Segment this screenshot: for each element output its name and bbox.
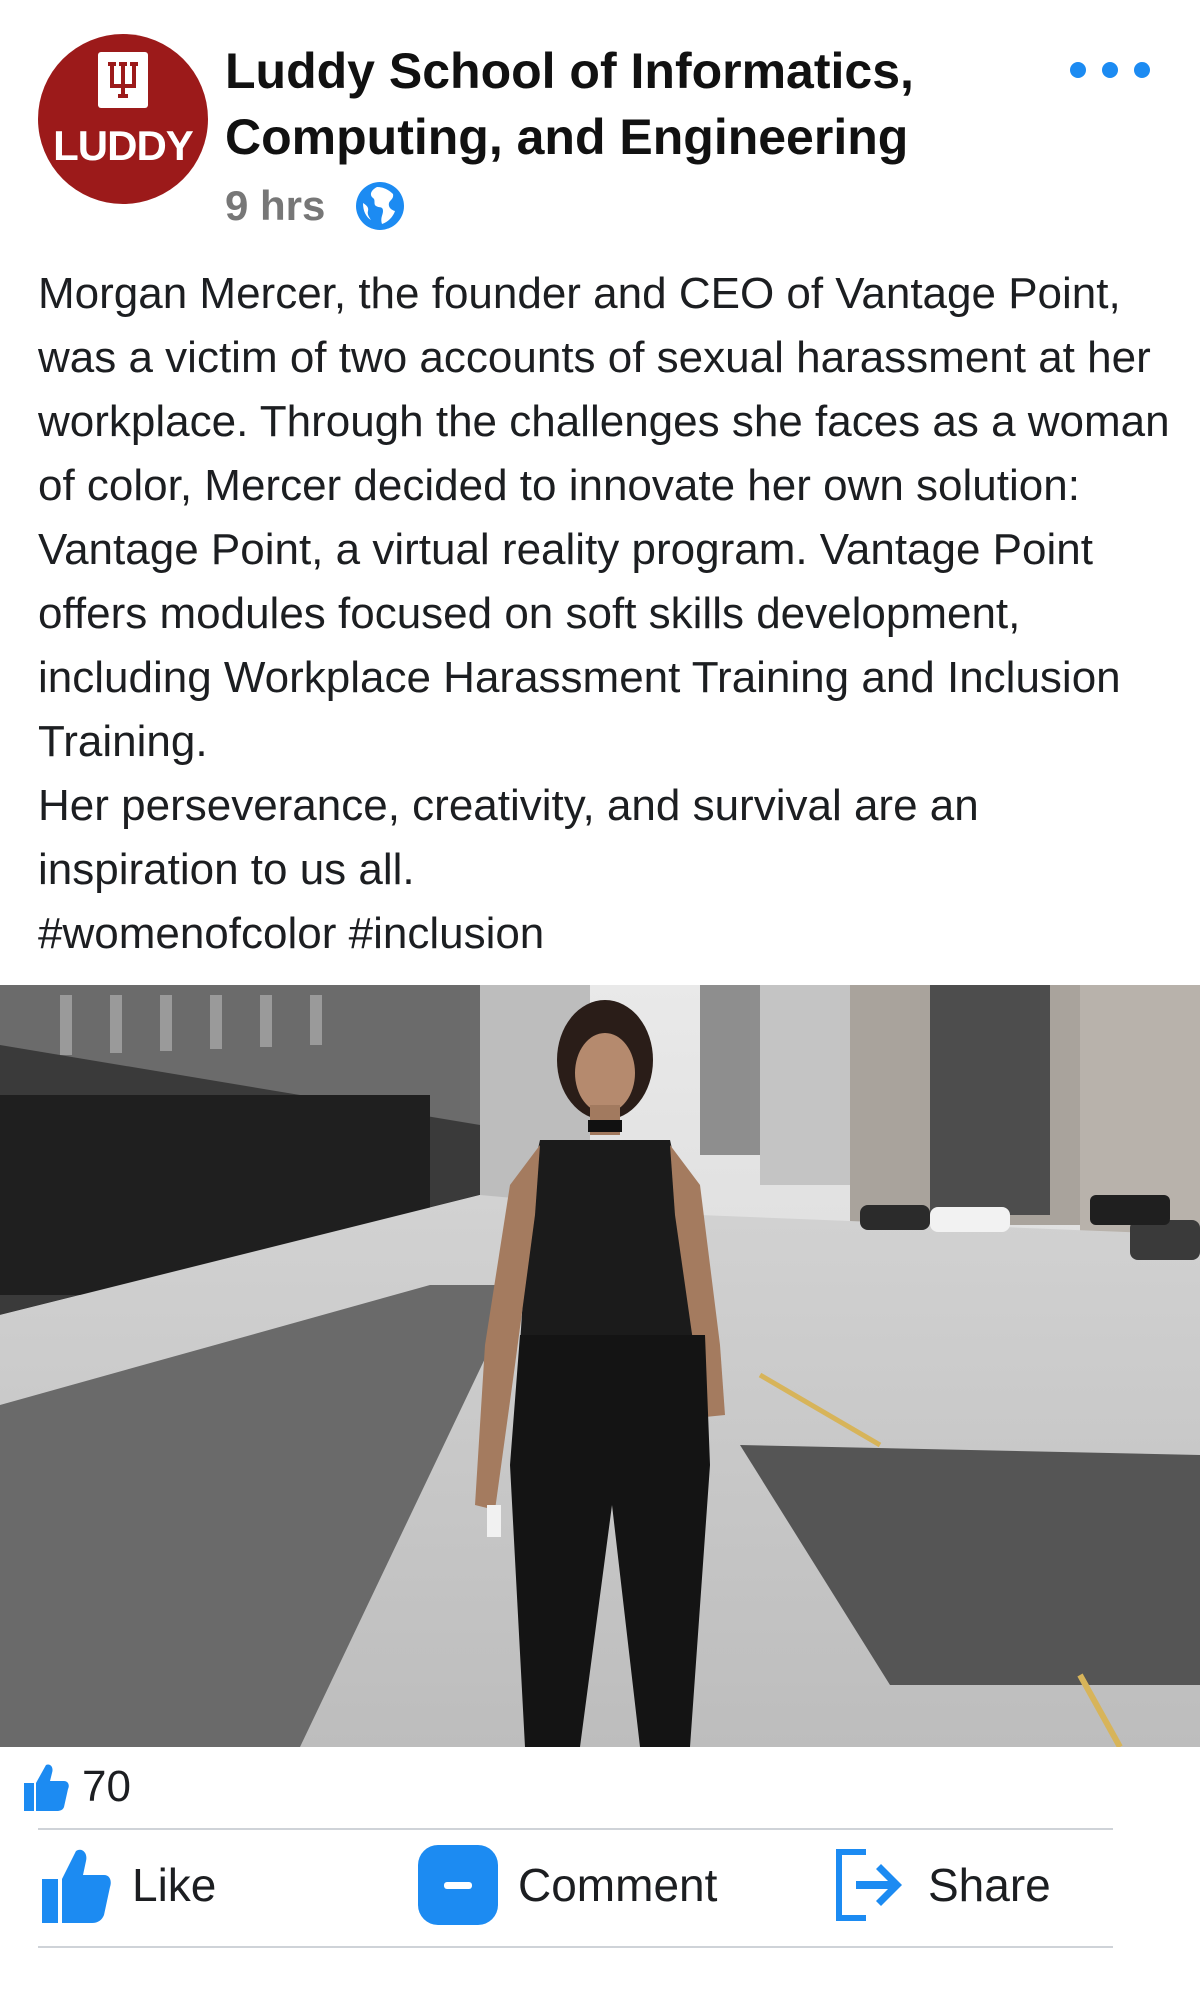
share-icon bbox=[836, 1849, 902, 1921]
post-paragraph: Morgan Mercer, the founder and CEO of Va… bbox=[38, 269, 1170, 766]
globe-icon bbox=[356, 182, 405, 230]
post-meta: 9 hrs bbox=[225, 178, 405, 234]
post-hashtags[interactable]: #womenofcolor #inclusion bbox=[38, 902, 1188, 966]
post-body: Morgan Mercer, the founder and CEO of Va… bbox=[38, 262, 1188, 966]
like-label: Like bbox=[132, 1859, 217, 1911]
post-photo[interactable] bbox=[0, 985, 1200, 1747]
share-button[interactable]: Share bbox=[832, 1830, 1051, 1940]
iu-trident-logo bbox=[98, 52, 148, 108]
thumbs-up-icon bbox=[42, 1849, 111, 1923]
more-options-button[interactable] bbox=[1070, 58, 1150, 82]
reaction-summary[interactable]: 70 bbox=[22, 1755, 131, 1819]
reaction-count: 70 bbox=[82, 1762, 131, 1811]
post-timestamp[interactable]: 9 hrs bbox=[225, 182, 325, 230]
comment-label: Comment bbox=[518, 1859, 718, 1911]
avatar[interactable]: LUDDY bbox=[38, 34, 208, 204]
more-dots-icon bbox=[1134, 62, 1150, 78]
avatar-label: LUDDY bbox=[53, 122, 194, 169]
divider bbox=[38, 1946, 1113, 1948]
like-button[interactable]: Like bbox=[40, 1830, 216, 1940]
comment-button[interactable]: Comment bbox=[418, 1830, 717, 1940]
page-title[interactable]: Luddy School of Informatics, Computing, … bbox=[225, 38, 985, 170]
action-bar: Like Comment Share bbox=[0, 1830, 1200, 1940]
post-paragraph: Her perseverance, creativity, and surviv… bbox=[38, 781, 979, 894]
post-header: LUDDY Luddy School of Informatics, Compu… bbox=[0, 0, 1200, 250]
more-dots-icon bbox=[1102, 62, 1118, 78]
share-label: Share bbox=[928, 1859, 1051, 1911]
comment-icon bbox=[418, 1845, 498, 1925]
more-dots-icon bbox=[1070, 62, 1086, 78]
thumbs-up-icon bbox=[24, 1764, 69, 1811]
